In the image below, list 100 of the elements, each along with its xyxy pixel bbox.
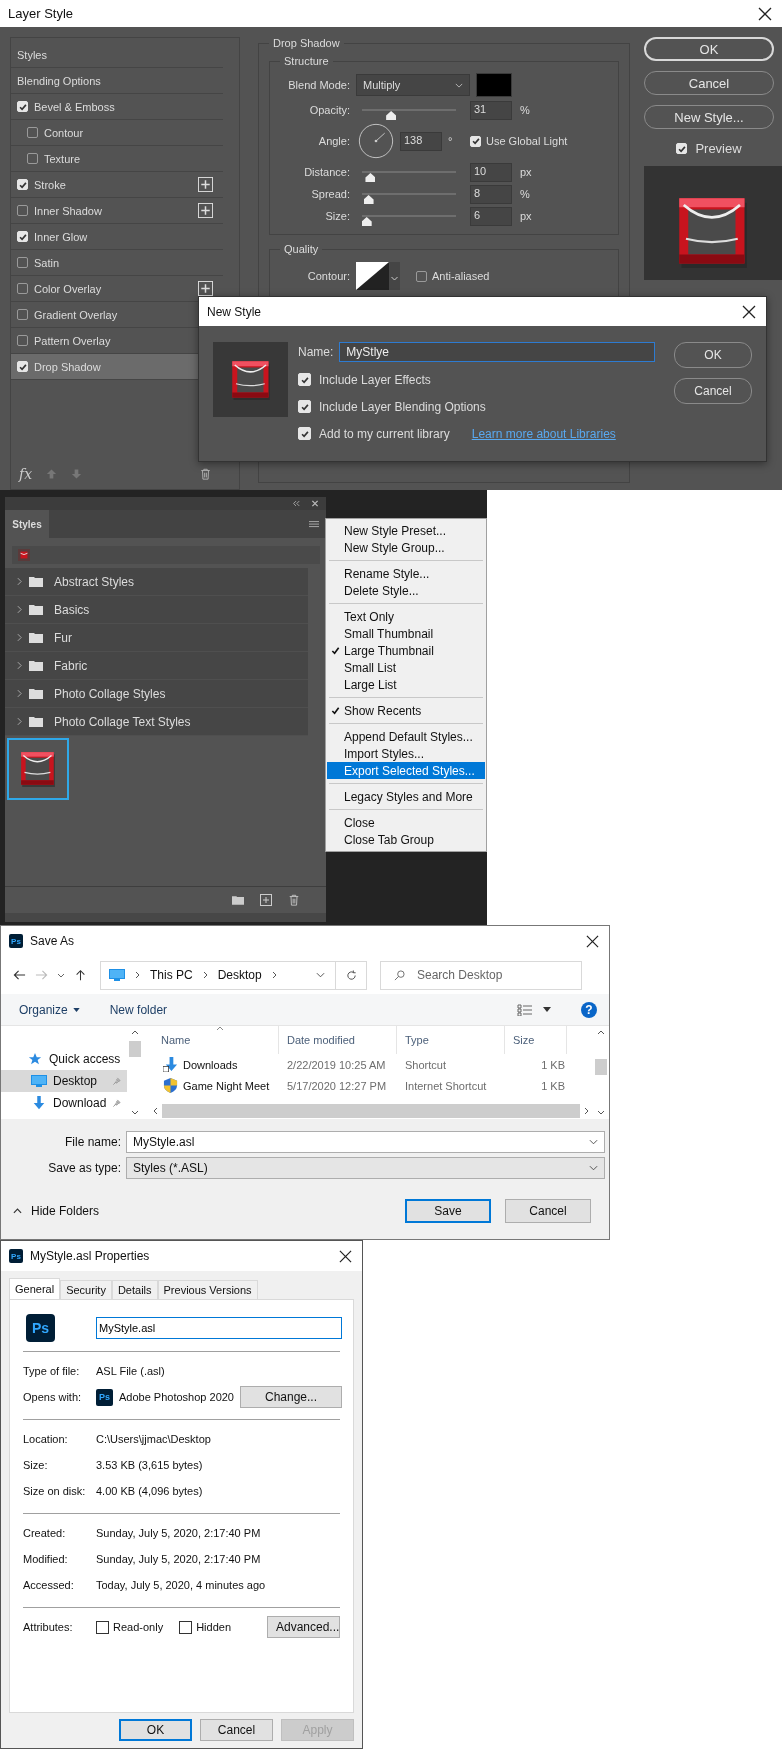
checkbox[interactable] [96,1620,109,1634]
close-icon[interactable] [758,6,772,21]
scroll-thumb[interactable] [129,1041,142,1057]
close-icon[interactable] [339,1249,352,1263]
hide-folders-button[interactable]: Hide Folders [13,1204,100,1218]
add-icon[interactable] [198,177,213,192]
value-field[interactable]: 138 [400,131,442,151]
column-header[interactable]: Size [505,1026,567,1054]
panel-tab[interactable]: Styles [5,510,49,538]
style-group[interactable]: Fur [5,624,308,652]
slider-thumb[interactable] [361,217,372,226]
file-name-cell[interactable]: Game Night Meet [149,1078,279,1093]
value-field[interactable]: 8 [470,184,512,204]
menu-item[interactable]: New Style Group... [327,539,485,556]
add-icon[interactable] [198,203,213,218]
caret-icon[interactable] [543,1007,551,1012]
nav-item[interactable]: Download [1,1092,128,1114]
menu-item[interactable]: Close [327,814,485,831]
scroll-right-icon[interactable] [584,1107,589,1115]
address-bar[interactable]: This PC Desktop [100,960,336,990]
menu-item[interactable]: Rename Style... [327,565,485,582]
new-folder-button[interactable]: New folder [109,1002,168,1017]
tab[interactable]: Security [60,1280,112,1299]
value-field[interactable]: 10 [470,162,512,182]
add-icon[interactable] [198,281,213,296]
checkbox[interactable] [17,205,28,216]
trash-icon[interactable] [200,468,211,480]
value-field[interactable]: 6 [470,206,512,226]
caret-icon[interactable] [57,972,65,978]
menu-item[interactable]: Show Recents [327,702,485,719]
contour-picker[interactable] [356,262,400,290]
search-field[interactable]: Search Desktop [380,960,582,990]
style-group[interactable]: Abstract Styles [5,568,308,596]
dialog-button[interactable]: Cancel [644,71,774,95]
style-group[interactable]: Photo Collage Text Styles [5,708,308,736]
checkbox[interactable] [17,309,28,320]
menu-item[interactable]: Close Tab Group [327,831,485,848]
checkbox[interactable] [179,1620,193,1634]
file-name-field[interactable]: MyStyle.asl [96,1317,342,1339]
tab[interactable]: Details [111,1280,158,1299]
scroll-left-icon[interactable] [153,1107,158,1115]
nav-item[interactable]: Desktop [1,1070,128,1092]
menu-item[interactable]: Delete Style... [327,582,485,599]
file-type-dropdown[interactable]: Styles (*.ASL) [126,1157,605,1179]
menu-item[interactable]: Export Selected Styles... [327,762,485,779]
checkbox[interactable] [27,127,38,138]
angle-dial[interactable] [358,123,394,159]
dialog-button[interactable]: Cancel [200,1719,273,1741]
breadcrumb-item[interactable]: Desktop [217,968,262,982]
dialog-button[interactable]: OK [674,342,752,368]
menu-item[interactable]: Large Thumbnail [327,642,485,659]
scroll-up-icon[interactable] [131,1030,140,1035]
menu-item[interactable]: Append Default Styles... [327,728,485,745]
column-header[interactable]: Type [397,1026,505,1054]
menu-item[interactable]: New Style Preset... [327,522,485,539]
checkbox[interactable] [416,270,427,282]
file-name-cell[interactable]: Downloads [149,1057,279,1072]
change-button[interactable]: Change... [240,1386,342,1408]
help-button[interactable]: ? [581,1001,597,1018]
checkbox[interactable] [17,335,28,346]
checkbox[interactable] [17,257,28,268]
color-swatch[interactable] [476,73,512,97]
up-icon[interactable] [74,969,87,981]
view-icon[interactable] [517,1003,533,1016]
file-name-field[interactable]: MyStyle.asl [126,1131,605,1153]
dialog-button[interactable]: Save [405,1199,491,1223]
nav-item[interactable]: Quick access [1,1048,128,1070]
menu-item[interactable]: Large List [327,676,485,693]
value-field[interactable]: 31 [470,100,512,120]
scroll-thumb[interactable] [595,1059,607,1075]
slider-thumb[interactable] [363,195,374,204]
folder-icon[interactable] [232,894,244,906]
blend-mode-dropdown[interactable]: Multiply [356,74,470,96]
scroll-thumb[interactable] [162,1104,580,1118]
checkbox[interactable] [27,153,38,164]
dialog-button[interactable]: OK [119,1719,192,1741]
collapse-icon[interactable] [292,500,300,507]
menu-item[interactable]: Legacy Styles and More [327,788,485,805]
menu-item[interactable]: Small Thumbnail [327,625,485,642]
style-thumbnail[interactable] [7,738,69,800]
effects-button[interactable]: fx [19,466,33,482]
tab[interactable]: General [9,1278,61,1299]
name-field[interactable]: MyStlye [339,342,656,362]
close-icon[interactable] [586,934,599,948]
slider-thumb[interactable] [386,111,397,120]
organize-menu[interactable]: Organize [19,1002,80,1017]
recent-style-icon[interactable] [18,549,30,561]
tab[interactable]: Previous Versions [157,1280,258,1299]
dialog-button[interactable]: Cancel [505,1199,591,1223]
column-header[interactable]: Date modified [279,1026,397,1054]
dialog-button[interactable]: New Style... [644,105,774,129]
checkbox[interactable] [17,283,28,294]
breadcrumb-item[interactable]: This PC [150,968,193,982]
slider-thumb[interactable] [365,173,376,182]
style-group[interactable]: Fabric [5,652,308,680]
scroll-up-icon[interactable] [597,1030,605,1035]
add-icon[interactable] [260,894,272,906]
close-icon[interactable] [742,304,756,319]
trash-icon[interactable] [288,894,300,906]
back-icon[interactable] [13,969,26,981]
